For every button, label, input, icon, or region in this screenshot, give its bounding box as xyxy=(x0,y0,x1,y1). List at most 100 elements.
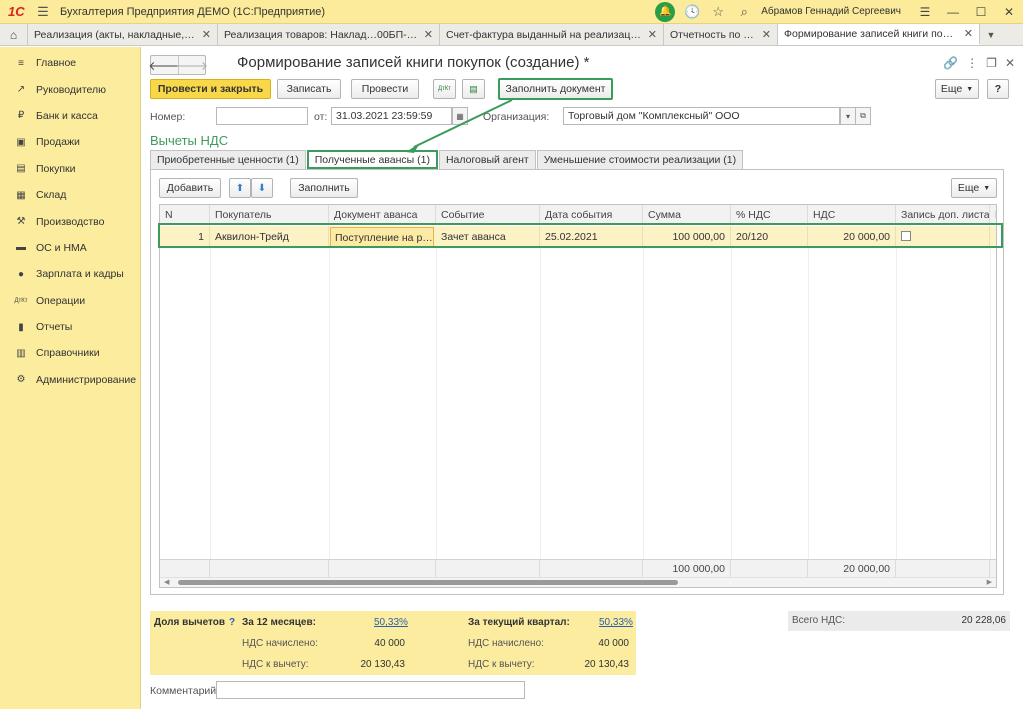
dtkt-icon[interactable]: ДтКт xyxy=(433,79,456,99)
link-icon[interactable]: 🔗 xyxy=(943,56,958,70)
tab-purchase-book[interactable]: Формирование записей книги покупок (со…✕ xyxy=(778,24,980,45)
form-title: Формирование записей книги покупок (созд… xyxy=(237,54,590,71)
horizontal-scrollbar[interactable]: ◀ ▶ xyxy=(160,577,996,587)
books-icon: ▥ xyxy=(16,347,26,359)
organization-field[interactable]: Торговый дом "Комплексный" ООО xyxy=(563,107,840,125)
menu-icon[interactable]: ☰ xyxy=(34,4,52,20)
form-area: 🡐 🡒 Формирование записей книги покупок (… xyxy=(142,47,1023,709)
table-footer: 100 000,00 20 000,00 xyxy=(160,559,996,577)
header-event-date[interactable]: Дата события xyxy=(540,205,643,224)
tab-invoice[interactable]: Счет-фактура выданный на реализацию 2… ✕ xyxy=(440,24,664,45)
post-button[interactable]: Провести xyxy=(351,79,419,99)
sidebar-item-manager[interactable]: ↗ Руководителю xyxy=(0,76,140,102)
home-icon[interactable]: ⌂ xyxy=(0,24,28,45)
scroll-left-icon[interactable]: ◀ xyxy=(164,578,169,586)
quarter-percent-link[interactable]: 50,33% xyxy=(599,617,633,628)
close-icon[interactable]: ✕ xyxy=(995,5,1023,19)
total-vat-box: Всего НДС: 20 228,06 xyxy=(788,611,1010,631)
gear-icon: ⚙ xyxy=(16,374,26,386)
header-advance-doc[interactable]: Документ аванса xyxy=(329,205,436,224)
sidebar-item-sales[interactable]: ▣ Продажи xyxy=(0,129,140,155)
print-report-icon[interactable]: ▤ xyxy=(462,79,485,99)
close-icon[interactable]: ✕ xyxy=(202,28,211,41)
cart-icon: ▣ xyxy=(16,136,26,148)
star-icon[interactable]: ☆ xyxy=(705,4,731,20)
person-icon: ● xyxy=(17,268,25,280)
comment-label: Комментарий: xyxy=(150,685,220,697)
settings-menu-icon[interactable]: ☰ xyxy=(911,5,939,19)
more-vertical-icon[interactable]: ⋮ xyxy=(966,56,978,70)
close-icon[interactable]: ✕ xyxy=(648,28,657,41)
minimize-icon[interactable]: — xyxy=(939,5,967,19)
header-vat-rate[interactable]: % НДС xyxy=(731,205,808,224)
move-up-icon[interactable]: ⬆ xyxy=(229,178,251,198)
header-buyer[interactable]: Покупатель xyxy=(210,205,329,224)
help-icon[interactable]: ? xyxy=(229,617,235,628)
post-and-close-button[interactable]: Провести и закрыть xyxy=(150,79,271,99)
warehouse-icon: ▦ xyxy=(16,189,26,201)
comment-field[interactable] xyxy=(216,681,525,699)
close-form-icon[interactable]: ✕ xyxy=(1005,56,1015,70)
title-bar: 1С ☰ Бухгалтерия Предприятия ДЕМО (1С:Пр… xyxy=(0,0,1023,24)
nav-buttons: 🡐 🡒 xyxy=(148,55,208,75)
header-event[interactable]: Событие xyxy=(436,205,540,224)
m12-label: За 12 месяцев: xyxy=(242,617,316,628)
close-icon[interactable]: ✕ xyxy=(424,28,433,41)
date-label: от: xyxy=(314,111,328,123)
ruble-icon: ₽ xyxy=(17,110,25,122)
m12-percent-link[interactable]: 50,33% xyxy=(374,617,408,628)
tabs-more-icon[interactable]: ▼ xyxy=(980,24,1002,45)
sidebar-item-purchases[interactable]: ▤ Покупки xyxy=(0,156,140,182)
number-field[interactable] xyxy=(216,107,308,125)
restore-icon[interactable]: ❐ xyxy=(986,56,997,70)
back-arrow-icon[interactable]: 🡐 xyxy=(148,56,180,74)
open-icon[interactable]: ⧉ xyxy=(855,107,871,125)
number-label: Номер: xyxy=(150,111,186,123)
sidebar-item-salary[interactable]: ● Зарплата и кадры xyxy=(0,261,140,287)
sidebar-item-reports[interactable]: ▮ Отчеты xyxy=(0,314,140,340)
scroll-right-icon[interactable]: ▶ xyxy=(987,578,992,586)
help-button[interactable]: ? xyxy=(987,79,1009,99)
user-name[interactable]: Абрамов Геннадий Сергеевич xyxy=(761,6,901,17)
sidebar-item-production[interactable]: ⚒ Производство xyxy=(0,208,140,234)
scrollbar-thumb[interactable] xyxy=(178,580,678,585)
trend-icon: ↗ xyxy=(16,84,26,96)
tab-acquired-values[interactable]: Приобретенные ценности (1) xyxy=(150,150,306,169)
tab-realization-doc[interactable]: Реализация товаров: Наклад…00БП-000001✕ xyxy=(218,24,440,45)
close-icon[interactable]: ✕ xyxy=(964,27,973,40)
more-button[interactable]: Еще ▼ xyxy=(935,79,979,99)
search-icon[interactable]: ⌕ xyxy=(731,4,757,20)
total-vat-value: 20 228,06 xyxy=(961,615,1007,626)
notification-icon[interactable]: 🔔 xyxy=(655,1,676,22)
sidebar-item-assets[interactable]: ▬ ОС и НМА xyxy=(0,235,140,261)
header-extra-sheet[interactable]: Запись доп. листа xyxy=(896,205,990,224)
dropdown-icon[interactable]: ▾ xyxy=(840,107,856,125)
sidebar-item-catalogs[interactable]: ▥ Справочники xyxy=(0,340,140,366)
fill-button[interactable]: Заполнить xyxy=(290,178,358,198)
header-vat[interactable]: НДС xyxy=(808,205,896,224)
deduction-share-panel: Доля вычетов ? За 12 месяцев: 50,33% За … xyxy=(150,611,636,675)
tab-vat-reports[interactable]: Отчетность по НДС✕ xyxy=(664,24,778,45)
header-k[interactable]: К xyxy=(990,205,996,224)
sidebar: ≡ Главное ↗ Руководителю ₽ Банк и касса ▣ Пр… xyxy=(0,47,141,709)
header-n[interactable]: N xyxy=(160,205,210,224)
tab-cost-reduction[interactable]: Уменьшение стоимости реализации (1) xyxy=(536,150,744,169)
save-button[interactable]: Записать xyxy=(277,79,341,99)
maximize-icon[interactable]: ☐ xyxy=(967,5,995,19)
header-sum[interactable]: Сумма xyxy=(643,205,731,224)
window-icons: 🔗 ⋮ ❐ ✕ xyxy=(943,56,1015,70)
chevron-down-icon: ▼ xyxy=(983,184,991,192)
tab-realization-list[interactable]: Реализация (акты, накладные, УПД) ✕ xyxy=(28,24,218,45)
sidebar-item-main[interactable]: ≡ Главное xyxy=(0,50,140,76)
sidebar-item-admin[interactable]: ⚙ Администрирование xyxy=(0,367,140,393)
add-button[interactable]: Добавить xyxy=(159,178,221,198)
sidebar-item-operations[interactable]: ДтКт Операции xyxy=(0,288,140,314)
close-icon[interactable]: ✕ xyxy=(762,28,771,41)
forward-arrow-icon[interactable]: 🡒 xyxy=(176,56,208,74)
sidebar-item-bank[interactable]: ₽ Банк и касса xyxy=(0,103,140,129)
sidebar-item-warehouse[interactable]: ▦ Склад xyxy=(0,182,140,208)
table-more-button[interactable]: Еще ▼ xyxy=(951,178,997,198)
move-down-icon[interactable]: ⬇ xyxy=(251,178,273,198)
chevron-down-icon: ▼ xyxy=(966,85,974,93)
history-icon[interactable]: 🕓 xyxy=(679,4,705,20)
